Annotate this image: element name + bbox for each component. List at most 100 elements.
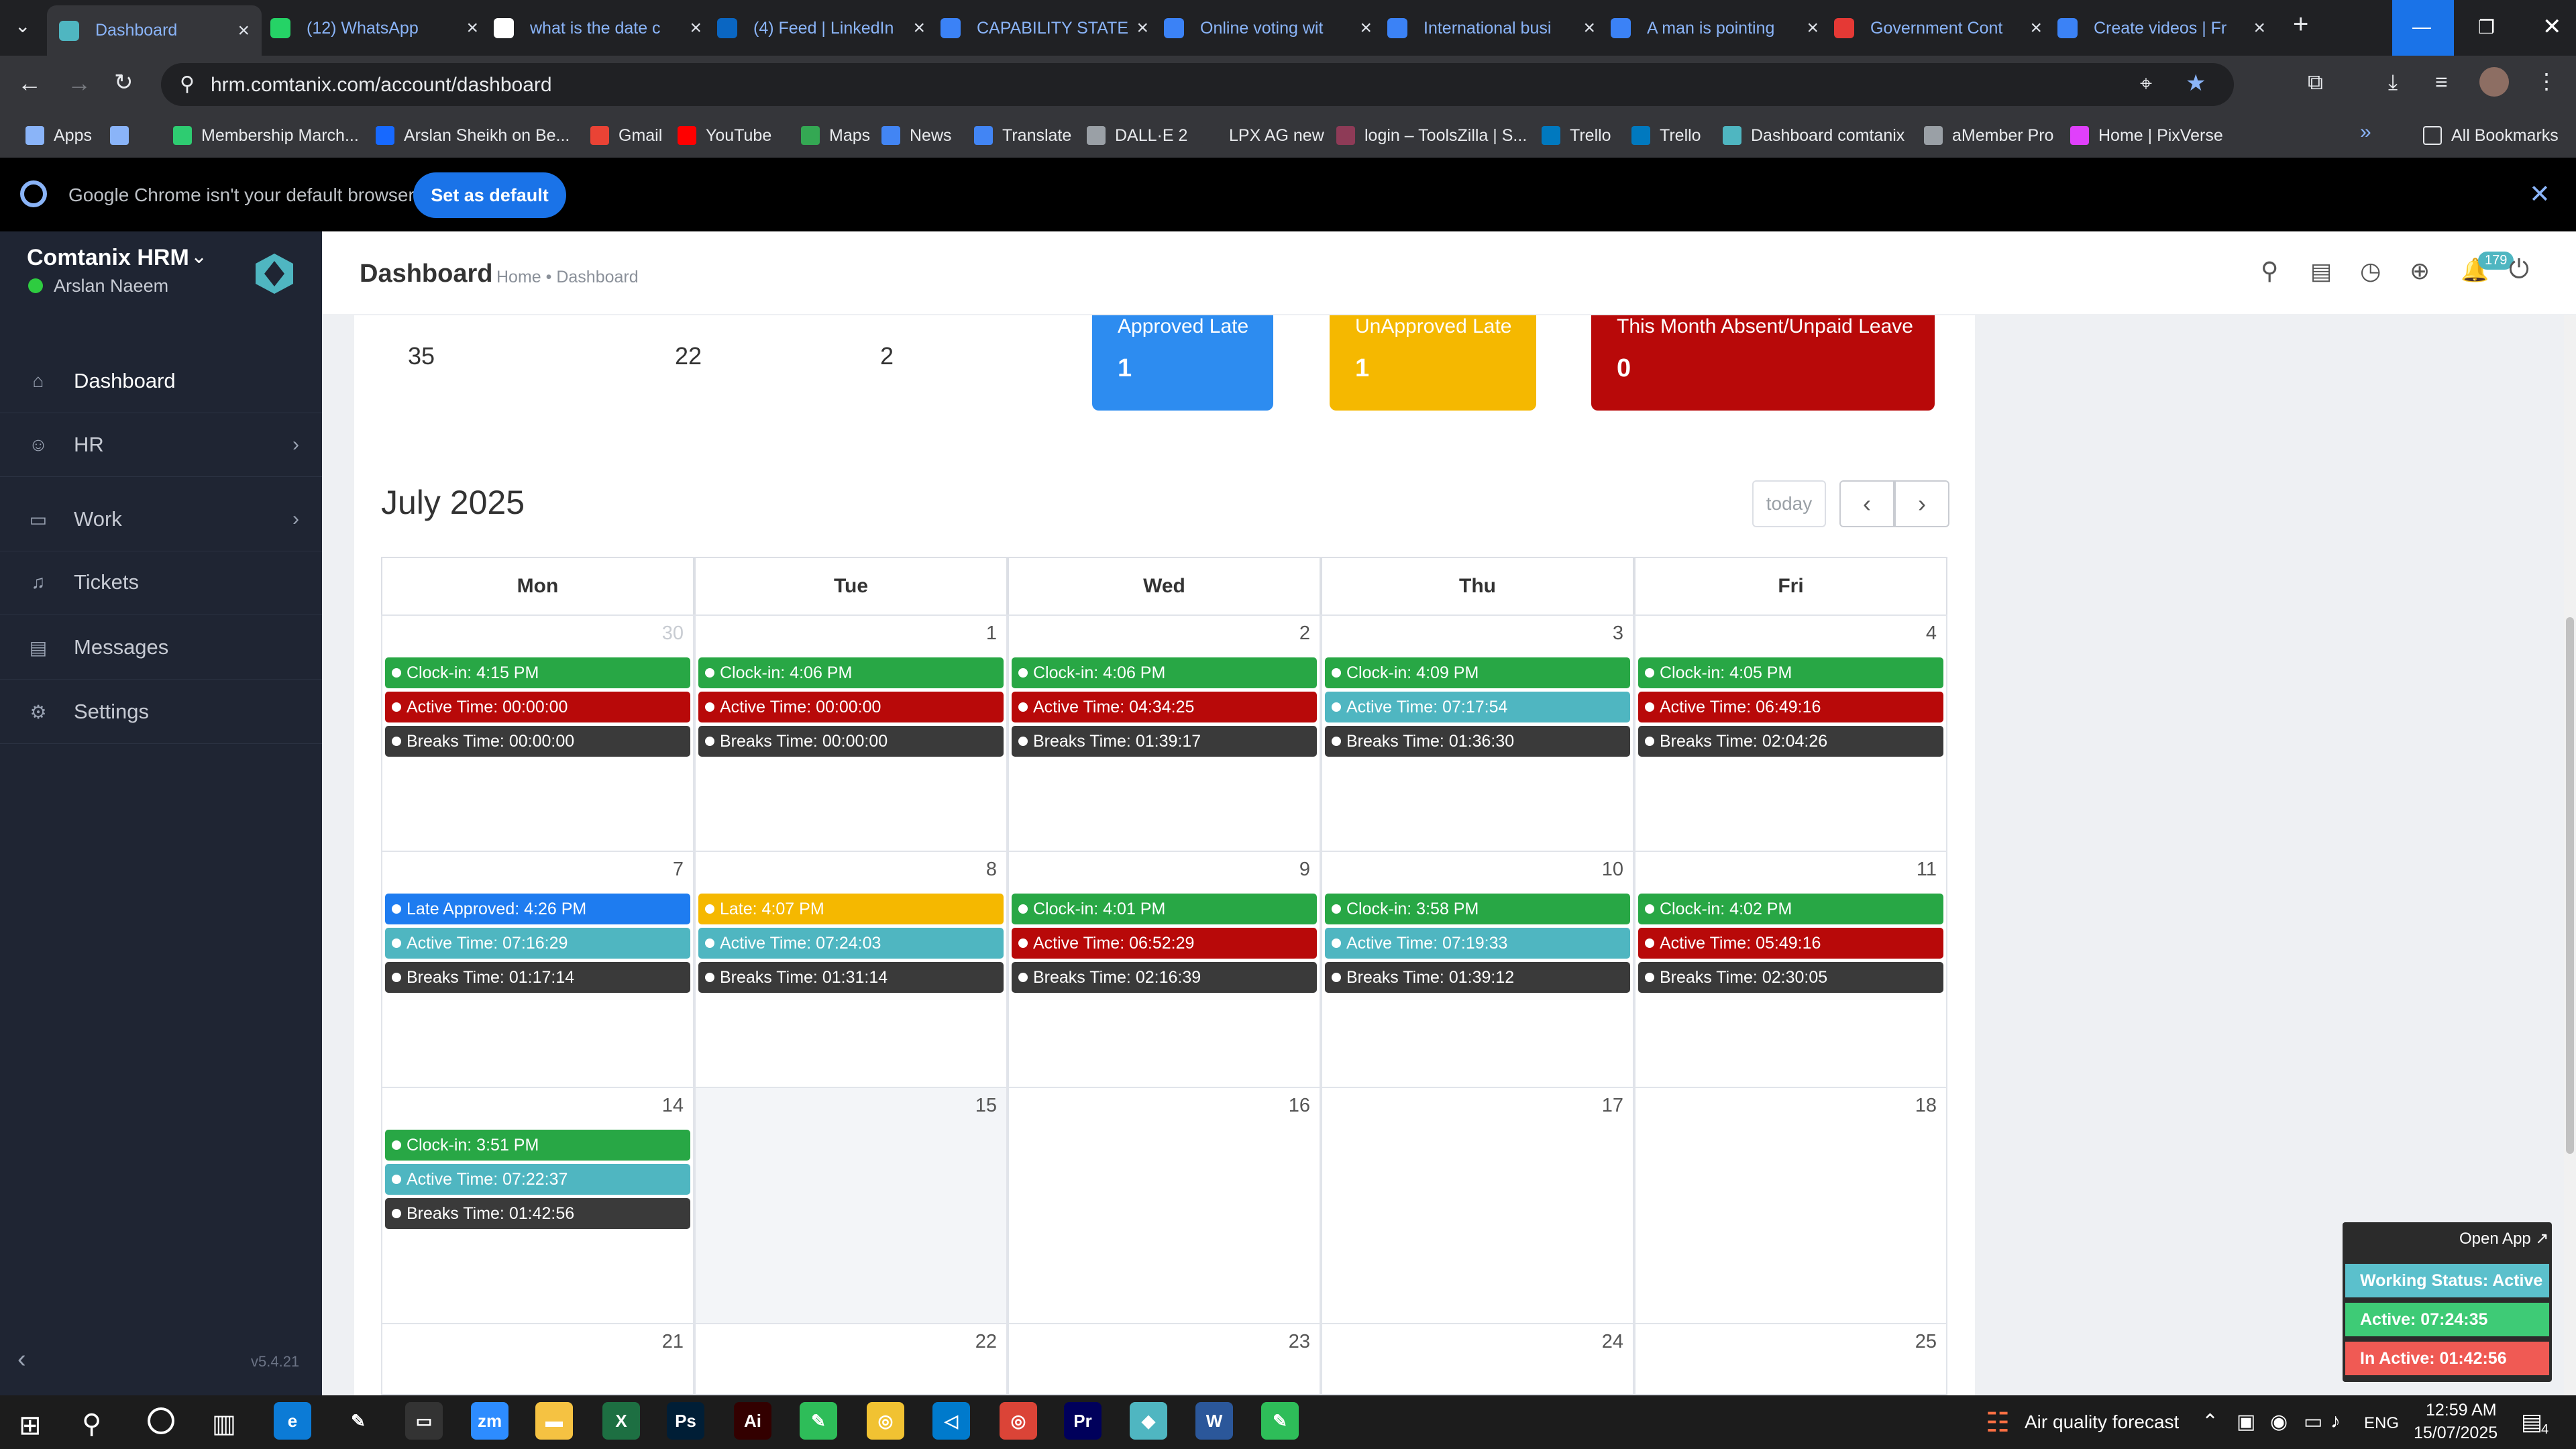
close-tab-icon[interactable]: × — [690, 17, 702, 40]
browser-tab[interactable]: Create videos | Fr × — [2057, 9, 2265, 47]
bookmark-item[interactable]: DALL·E 2 — [1087, 123, 1187, 148]
address-bar[interactable]: ⚲ hrm.comtanix.com/account/dashboard ⌖ ★ — [161, 63, 2234, 106]
calendar-event[interactable]: Clock-in: 4:06 PM — [1012, 657, 1317, 688]
browser-tab[interactable]: (12) WhatsApp × — [270, 9, 478, 47]
chrome-2-taskbar-icon[interactable]: ◎ — [1000, 1402, 1037, 1440]
action-center-icon[interactable]: ▤ — [2521, 1409, 2542, 1436]
close-tab-icon[interactable]: × — [1136, 17, 1148, 40]
browser-tab[interactable]: (4) Feed | LinkedIn × — [717, 9, 925, 47]
calendar-day-cell[interactable]: 11 Clock-in: 4:02 PM Active Time: 05:49:16… — [1634, 851, 1947, 1088]
clock-icon[interactable]: ◷ — [2360, 257, 2381, 285]
calendar-event[interactable]: Breaks Time: 01:36:30 — [1325, 726, 1630, 757]
calendar-day-cell[interactable]: 3 Clock-in: 4:09 PM Active Time: 07:17:54 B… — [1321, 614, 1634, 852]
more-bookmarks-icon[interactable]: » — [2360, 121, 2371, 144]
profile-avatar[interactable] — [2479, 67, 2509, 97]
bookmark-item[interactable]: Apps — [25, 123, 92, 148]
calendar-event[interactable]: Breaks Time: 02:04:26 — [1638, 726, 1943, 757]
calendar-day-cell[interactable]: 7 Late Approved: 4:26 PM Active Time: 07:1… — [381, 851, 694, 1088]
calendar-day-cell[interactable]: 25 — [1634, 1323, 1947, 1395]
bookmark-item[interactable]: Trello — [1631, 123, 1701, 148]
calendar-event[interactable]: Breaks Time: 01:39:17 — [1012, 726, 1317, 757]
close-tab-icon[interactable]: × — [913, 17, 925, 40]
zoom-taskbar-icon[interactable]: zm — [471, 1402, 508, 1440]
calendar-event[interactable]: Breaks Time: 02:16:39 — [1012, 962, 1317, 993]
calendar-event[interactable]: Clock-in: 4:06 PM — [698, 657, 1004, 688]
browser-tab[interactable]: A man is pointing × — [1611, 9, 1819, 47]
pen-taskbar-icon[interactable]: ✎ — [339, 1402, 377, 1440]
browser-tab[interactable]: International busi × — [1387, 9, 1595, 47]
start-icon[interactable]: ⊞ — [19, 1410, 42, 1441]
menu-icon[interactable]: ⋮ — [2536, 68, 2557, 94]
network-icon[interactable]: ▭ — [2304, 1410, 2322, 1434]
location-icon[interactable]: ⌖ — [2140, 71, 2152, 97]
excel-taskbar-icon[interactable]: X — [602, 1402, 640, 1440]
calendar-event[interactable]: Clock-in: 3:58 PM — [1325, 894, 1630, 924]
calendar-event[interactable]: Breaks Time: 02:30:05 — [1638, 962, 1943, 993]
calendar-day-cell[interactable]: 17 — [1321, 1087, 1634, 1324]
bookmark-item[interactable]: News — [881, 123, 952, 148]
restore-button[interactable]: ❐ — [2478, 16, 2495, 38]
sidebar-item-settings[interactable]: ⚙ Settings — [0, 680, 322, 744]
sidebar-item-hr[interactable]: ☺ HR › — [0, 413, 322, 477]
close-tab-icon[interactable]: × — [2030, 17, 2042, 40]
search-icon[interactable]: ⚲ — [82, 1409, 101, 1440]
url-text[interactable]: hrm.comtanix.com/account/dashboard — [211, 74, 552, 97]
calendar-event[interactable]: Active Time: 06:49:16 — [1638, 692, 1943, 722]
explorer-taskbar-icon[interactable]: ▬ — [535, 1402, 573, 1440]
calendar-day-cell[interactable]: 24 — [1321, 1323, 1634, 1395]
reload-button[interactable]: ↻ — [114, 69, 133, 96]
calendar-day-cell[interactable]: 15 — [694, 1087, 1008, 1324]
calendar-event[interactable]: Active Time: 00:00:00 — [385, 692, 690, 722]
calendar-event[interactable]: Late: 4:07 PM — [698, 894, 1004, 924]
calendar-event[interactable]: Clock-in: 4:02 PM — [1638, 894, 1943, 924]
cortana-icon[interactable] — [148, 1407, 174, 1434]
word-taskbar-icon[interactable]: W — [1195, 1402, 1233, 1440]
close-tab-icon[interactable]: × — [1807, 17, 1819, 40]
calendar-event[interactable]: Active Time: 04:34:25 — [1012, 692, 1317, 722]
add-icon[interactable]: ⊕ — [2410, 257, 2430, 285]
calendar-event[interactable]: Active Time: 07:16:29 — [385, 928, 690, 959]
bookmark-item[interactable]: Gmail — [590, 123, 662, 148]
tray-chevron-icon[interactable]: ⌃ — [2202, 1410, 2218, 1434]
site-info-icon[interactable]: ⚲ — [180, 72, 195, 96]
close-tab-icon[interactable]: × — [1583, 17, 1595, 40]
close-tab-icon[interactable]: × — [2253, 17, 2265, 40]
prev-month-button[interactable]: ‹ — [1839, 480, 1894, 527]
sidebar-item-work[interactable]: ▭ Work › — [0, 488, 322, 551]
volume-icon[interactable]: ♪ — [2330, 1410, 2341, 1433]
tray-icon[interactable]: ▣ — [2237, 1410, 2255, 1434]
language-indicator[interactable]: ENG — [2364, 1414, 2399, 1433]
extensions-icon[interactable]: ⧉ — [2308, 70, 2323, 95]
premiere-taskbar-icon[interactable]: Pr — [1064, 1402, 1102, 1440]
next-month-button[interactable]: › — [1894, 480, 1949, 527]
calendar-day-cell[interactable]: 8 Late: 4:07 PM Active Time: 07:24:03 Break… — [694, 851, 1008, 1088]
bookmark-star-icon[interactable]: ★ — [2186, 70, 2206, 97]
collapse-sidebar-icon[interactable]: ‹ — [17, 1345, 26, 1374]
set-as-default-button[interactable]: Set as default — [413, 172, 566, 218]
calendar-event[interactable]: Breaks Time: 01:42:56 — [385, 1198, 690, 1229]
bookmark-item[interactable]: Trello — [1542, 123, 1611, 148]
calendar-day-cell[interactable]: 21 — [381, 1323, 694, 1395]
calendar-event[interactable]: Late Approved: 4:26 PM — [385, 894, 690, 924]
bookmark-item[interactable]: login – ToolsZilla | S... — [1336, 123, 1527, 148]
vscode-taskbar-icon[interactable]: ◁ — [932, 1402, 970, 1440]
today-button[interactable]: today — [1752, 480, 1826, 527]
task-view-icon[interactable]: ▥ — [212, 1409, 236, 1439]
calendar-day-cell[interactable]: 30 Clock-in: 4:15 PM Active Time: 00:00:00… — [381, 614, 694, 852]
sidebar-item-tickets[interactable]: ♫ Tickets — [0, 551, 322, 614]
bookmark-item[interactable]: Maps — [801, 123, 870, 148]
close-tab-icon[interactable]: × — [1360, 17, 1372, 40]
bookmark-item[interactable]: Dashboard comtanix — [1723, 123, 1904, 148]
terminal-taskbar-icon[interactable]: ▭ — [405, 1402, 443, 1440]
notes-icon[interactable]: ▤ — [2310, 258, 2332, 285]
chrome-taskbar-icon[interactable]: ◎ — [867, 1402, 904, 1440]
stat-card[interactable]: This Month Absent/Unpaid Leave 0 — [1591, 315, 1935, 411]
calendar-day-cell[interactable]: 23 — [1008, 1323, 1321, 1395]
calendar-event[interactable]: Breaks Time: 01:31:14 — [698, 962, 1004, 993]
all-bookmarks[interactable]: All Bookmarks — [2423, 123, 2559, 148]
close-tab-icon[interactable]: × — [237, 19, 250, 42]
bookmark-item[interactable]: Arslan Sheikh on Be... — [376, 123, 570, 148]
clock-time[interactable]: 12:59 AM — [2426, 1401, 2497, 1420]
bookmark-item[interactable]: Translate — [974, 123, 1071, 148]
search-icon[interactable]: ⚲ — [2261, 257, 2278, 285]
